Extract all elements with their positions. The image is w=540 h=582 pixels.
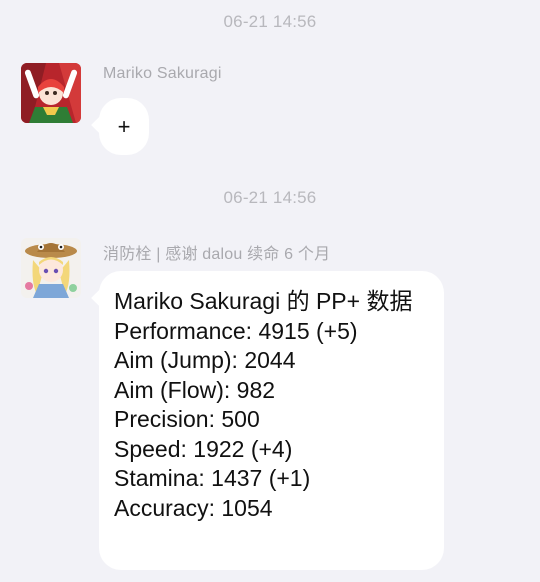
pp-performance: Performance: 4915 (+5): [114, 317, 358, 344]
pp-stamina: Stamina: 1437 (+1): [114, 465, 311, 491]
pp-title: Mariko Sakuragi 的 PP+ 数据: [114, 288, 413, 314]
message-bubble[interactable]: Mariko Sakuragi 的 PP+ 数据 Performance: 49…: [91, 271, 444, 570]
pp-speed: Speed: 1922 (+4): [114, 435, 293, 462]
message-bubble[interactable]: +: [91, 98, 149, 155]
avatar-image: [21, 63, 81, 123]
sender-name: 消防栓 | 感谢 dalou 续命 6 个月: [103, 246, 331, 263]
sender-name: Mariko Sakuragi: [103, 65, 222, 82]
message-timestamp: 06-21 14:56: [223, 12, 317, 31]
pp-precision: Precision: 500: [114, 406, 260, 432]
avatar-image: [21, 238, 81, 298]
bubble-tail: [91, 115, 111, 135]
message-timestamp: 06-21 14:56: [223, 188, 317, 207]
pp-aim-flow: Aim (Flow): 982: [114, 376, 276, 403]
pp-accuracy: Accuracy: 1054: [114, 494, 273, 521]
pp-aim-jump: Aim (Jump): 2044: [114, 347, 296, 373]
avatar[interactable]: [21, 63, 81, 123]
message-text: Mariko Sakuragi 的 PP+ 数据 Performance: 49…: [114, 287, 432, 523]
message-text: +: [117, 113, 131, 139]
bubble-tail: [91, 288, 111, 308]
avatar[interactable]: [21, 238, 81, 298]
